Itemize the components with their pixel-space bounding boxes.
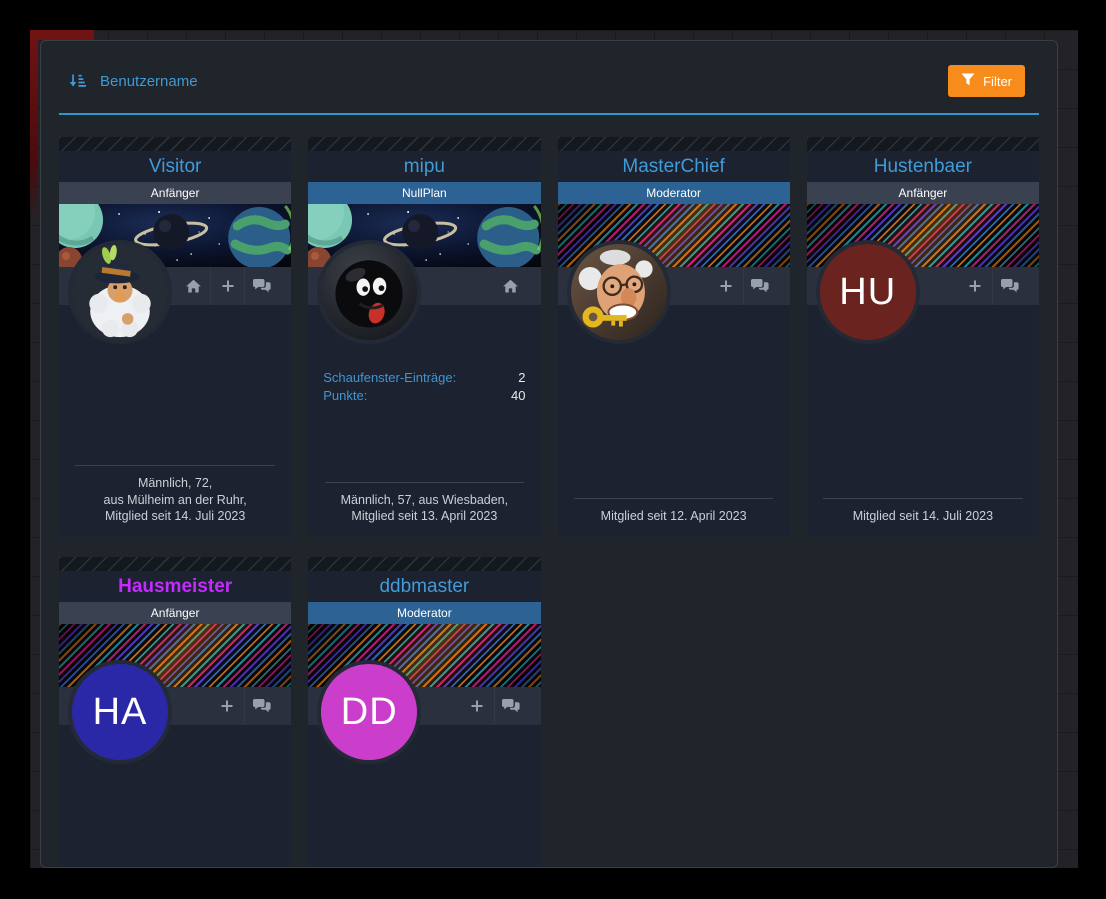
red-accent-horizontal [30, 30, 94, 40]
footer-text: Mitglied seit 12. April 2023 [558, 508, 790, 525]
letter-avatar-text: DD [321, 664, 417, 760]
home-icon[interactable] [494, 267, 528, 305]
members-panel: Benutzername Filter Visitor Anfänger Män… [40, 40, 1058, 868]
footer-divider [823, 498, 1023, 499]
card-top-hatch [807, 137, 1039, 151]
member-card-grid: Visitor Anfänger Männlich, 72,aus Mülhei… [59, 137, 1039, 868]
username-link[interactable]: Visitor [59, 151, 291, 182]
card-footer: Männlich, 72,aus Mülheim an der Ruhr,Mit… [59, 465, 291, 536]
comments-icon[interactable] [244, 687, 278, 725]
add-icon[interactable] [460, 687, 494, 725]
user-card[interactable]: Hustenbaer Anfänger HU Mitglied seit 14.… [807, 137, 1039, 536]
card-top-hatch [308, 137, 540, 151]
footer-line: Mitglied seit 13. April 2023 [308, 508, 540, 525]
page: Benutzername Filter Visitor Anfänger Män… [0, 0, 1106, 899]
user-card[interactable]: Visitor Anfänger Männlich, 72,aus Mülhei… [59, 137, 291, 536]
footer-line: Mitglied seit 12. April 2023 [558, 508, 790, 525]
rank-badge: Moderator [558, 182, 790, 204]
card-footer: Mitglied seit 14. Juli 2023 [807, 498, 1039, 536]
avatar[interactable] [567, 240, 671, 344]
comments-icon[interactable] [743, 267, 777, 305]
card-footer: Mitglied seit 12. April 2023 [558, 498, 790, 536]
footer-line: aus Mülheim an der Ruhr, [59, 492, 291, 509]
avatar[interactable]: HA [68, 660, 172, 764]
filter-funnel-icon [961, 73, 975, 89]
avatar[interactable] [68, 240, 172, 344]
footer-line: Mitglied seit 14. Juli 2023 [807, 508, 1039, 525]
username-link[interactable]: MasterChief [558, 151, 790, 182]
add-icon[interactable] [210, 687, 244, 725]
comments-icon[interactable] [494, 687, 528, 725]
add-icon[interactable] [210, 267, 244, 305]
card-body: Männlich, 72,aus Mülheim an der Ruhr,Mit… [59, 305, 291, 536]
rank-badge: Anfänger [59, 182, 291, 204]
sort-by-username-button[interactable]: Benutzername [69, 73, 198, 90]
user-stats: Schaufenster-Einträge: 2 Punkte: 40 [308, 369, 540, 405]
username-link[interactable]: Hausmeister [59, 571, 291, 602]
rank-badge: Moderator [308, 602, 540, 624]
add-icon[interactable] [709, 267, 743, 305]
avatar[interactable]: DD [317, 660, 421, 764]
card-body: Mitglied seit 14. Juli 2023 [807, 305, 1039, 536]
avatar[interactable] [317, 240, 421, 344]
home-icon[interactable] [176, 267, 210, 305]
avatar[interactable]: HU [816, 240, 920, 344]
sort-label: Benutzername [100, 73, 198, 90]
stat-label[interactable]: Schaufenster-Einträge: [323, 369, 456, 387]
stat-row: Punkte: 40 [323, 387, 525, 405]
footer-text: Männlich, 57, aus Wiesbaden,Mitglied sei… [308, 492, 540, 525]
user-card[interactable]: ddbmaster Moderator DD [308, 557, 540, 868]
filter-label: Filter [983, 74, 1012, 89]
user-card[interactable]: mipu NullPlan Schaufenster-Einträge:2Pun… [308, 137, 540, 536]
footer-divider [75, 465, 275, 466]
card-top-hatch [308, 557, 540, 571]
footer-line: Mitglied seit 14. Juli 2023 [59, 508, 291, 525]
add-icon[interactable] [958, 267, 992, 305]
comments-icon[interactable] [992, 267, 1026, 305]
card-body: Mitglied seit 12. April 2023 [558, 305, 790, 536]
username-link[interactable]: ddbmaster [308, 571, 540, 602]
footer-text: Mitglied seit 14. Juli 2023 [807, 508, 1039, 525]
footer-line: Männlich, 57, aus Wiesbaden, [308, 492, 540, 509]
rank-badge: Anfänger [59, 602, 291, 624]
username-link[interactable]: mipu [308, 151, 540, 182]
stat-value: 2 [518, 369, 525, 387]
footer-divider [325, 482, 525, 483]
members-toolbar: Benutzername Filter [59, 61, 1039, 115]
filter-button[interactable]: Filter [948, 65, 1025, 97]
rank-badge: Anfänger [807, 182, 1039, 204]
footer-divider [574, 498, 774, 499]
stat-row: Schaufenster-Einträge: 2 [323, 369, 525, 387]
card-top-hatch [59, 557, 291, 571]
letter-avatar-text: HA [72, 664, 168, 760]
username-link[interactable]: Hustenbaer [807, 151, 1039, 182]
card-top-hatch [558, 137, 790, 151]
sort-amount-down-icon [69, 73, 86, 89]
red-accent-vertical [30, 30, 38, 220]
user-card[interactable]: Hausmeister Anfänger HA [59, 557, 291, 868]
letter-avatar-text: HU [820, 244, 916, 340]
card-body: Schaufenster-Einträge: 2 Punkte: 40 Männlic… [308, 305, 540, 536]
card-footer: Männlich, 57, aus Wiesbaden,Mitglied sei… [308, 482, 540, 536]
comments-icon[interactable] [244, 267, 278, 305]
card-top-hatch [59, 137, 291, 151]
stat-value: 40 [511, 387, 525, 405]
user-card[interactable]: MasterChief Moderator Mitglied seit 12. … [558, 137, 790, 536]
rank-badge: NullPlan [308, 182, 540, 204]
footer-line: Männlich, 72, [59, 475, 291, 492]
stat-label[interactable]: Punkte: [323, 387, 367, 405]
footer-text: Männlich, 72,aus Mülheim an der Ruhr,Mit… [59, 475, 291, 525]
